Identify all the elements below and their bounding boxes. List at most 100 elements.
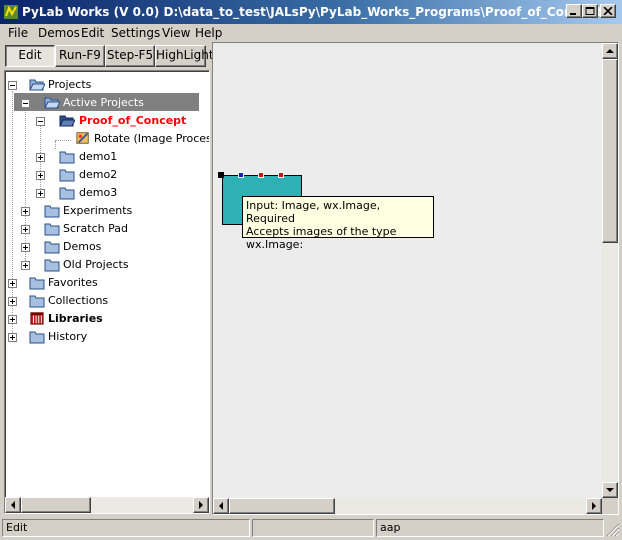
scroll-left-button[interactable] <box>5 497 21 513</box>
expand-icon[interactable] <box>8 333 17 342</box>
tree-horizontal-scrollbar[interactable] <box>5 497 209 513</box>
scroll-down-button[interactable] <box>602 482 618 498</box>
menu-edit[interactable]: Edit <box>81 26 104 40</box>
expand-icon[interactable] <box>21 225 30 234</box>
folder-open-icon <box>59 115 75 127</box>
scroll-left-button[interactable] <box>213 498 229 514</box>
menu-settings[interactable]: Settings <box>111 26 160 40</box>
tree-item-proof-of-concept[interactable]: Proof_of_Concept <box>5 112 205 130</box>
tree-item-experiments[interactable]: Experiments <box>5 202 205 220</box>
arrow-right-icon <box>199 501 203 509</box>
tree-item-favorites[interactable]: Favorites <box>5 274 205 292</box>
highlight-button[interactable]: HighLight <box>155 45 214 67</box>
tree-item-scratch-pad[interactable]: Scratch Pad <box>5 220 205 238</box>
tree-item-demo1[interactable]: demo1 <box>5 148 205 166</box>
edit-mode-button[interactable]: Edit <box>5 45 55 67</box>
collapse-icon[interactable] <box>36 117 45 126</box>
expand-icon[interactable] <box>36 171 45 180</box>
expand-icon[interactable] <box>8 279 17 288</box>
folder-icon <box>44 223 60 236</box>
folder-icon <box>44 241 60 254</box>
window-title: PyLab Works (V 0.0) D:\data_to_test\JALs… <box>22 5 602 19</box>
folder-icon <box>59 151 75 164</box>
minimize-icon <box>570 13 576 15</box>
status-bar: Edit aap <box>0 517 622 540</box>
input-pin[interactable] <box>238 172 244 178</box>
flow-canvas[interactable] <box>212 42 619 515</box>
scroll-thumb[interactable] <box>602 59 618 243</box>
status-message: aap <box>376 519 604 537</box>
expand-icon[interactable] <box>8 297 17 306</box>
tree-item-label: Old Projects <box>63 258 129 271</box>
tree-item-label: Active Projects <box>63 96 144 109</box>
tree-item-rotate[interactable]: Rotate (Image Processin <box>5 130 209 148</box>
tree-item-libraries[interactable]: Libraries <box>5 310 205 328</box>
menu-bar: File Demos Edit Settings View Help <box>0 24 622 42</box>
folder-open-icon <box>44 97 60 109</box>
folder-icon <box>29 295 45 308</box>
tree-item-projects[interactable]: Projects <box>5 76 205 94</box>
arrow-left-icon <box>219 502 223 510</box>
collapse-icon[interactable] <box>8 81 17 90</box>
menu-help[interactable]: Help <box>195 26 222 40</box>
scroll-right-button[interactable] <box>193 497 209 513</box>
tree-item-label: Demos <box>63 240 102 253</box>
tree-item-label: demo3 <box>79 186 118 199</box>
menu-view[interactable]: View <box>162 26 190 40</box>
tree-item-label: demo1 <box>79 150 118 163</box>
tree-item-label: Projects <box>48 78 92 91</box>
tree-item-active-projects[interactable]: Active Projects <box>5 94 205 112</box>
arrow-down-icon <box>606 488 614 492</box>
tree-item-old-projects[interactable]: Old Projects <box>5 256 205 274</box>
resize-grip-icon[interactable] <box>606 523 620 537</box>
tree-item-label: Experiments <box>63 204 133 217</box>
folder-icon <box>44 259 60 272</box>
expand-icon[interactable] <box>21 207 30 216</box>
collapse-icon[interactable] <box>21 99 30 108</box>
folder-open-icon <box>29 79 45 91</box>
tree-item-label: demo2 <box>79 168 118 181</box>
folder-icon <box>29 331 45 344</box>
close-icon <box>603 7 613 15</box>
project-tree[interactable]: Projects Active Projects Proof_of_Concep… <box>4 70 210 514</box>
expand-icon[interactable] <box>21 243 30 252</box>
tree-item-label: Scratch Pad <box>63 222 128 235</box>
expand-icon[interactable] <box>36 189 45 198</box>
tree-item-label: Collections <box>48 294 109 307</box>
tree-item-demo2[interactable]: demo2 <box>5 166 205 184</box>
output-pin[interactable] <box>258 172 264 178</box>
minimize-button[interactable] <box>566 4 582 18</box>
title-bar: PyLab Works (V 0.0) D:\data_to_test\JALs… <box>0 0 622 24</box>
tree-item-label: Libraries <box>48 312 103 325</box>
tree-item-label: History <box>48 330 88 343</box>
expand-icon[interactable] <box>21 261 30 270</box>
status-cell <box>252 519 374 537</box>
tree-item-demos[interactable]: Demos <box>5 238 205 256</box>
scroll-up-button[interactable] <box>602 43 618 59</box>
run-button[interactable]: Run-F9 <box>55 45 105 67</box>
step-button[interactable]: Step-F5 <box>105 45 155 67</box>
menu-file[interactable]: File <box>8 26 28 40</box>
maximize-icon <box>585 7 595 15</box>
folder-icon <box>59 187 75 200</box>
close-button[interactable] <box>600 4 616 18</box>
tree-item-demo3[interactable]: demo3 <box>5 184 205 202</box>
maximize-button[interactable] <box>582 4 598 18</box>
folder-icon <box>44 205 60 218</box>
expand-icon[interactable] <box>36 153 45 162</box>
tree-item-collections[interactable]: Collections <box>5 292 205 310</box>
tree-item-history[interactable]: History <box>5 328 205 346</box>
expand-icon[interactable] <box>8 315 17 324</box>
output-pin[interactable] <box>278 172 284 178</box>
block-corner-handle[interactable] <box>218 172 224 178</box>
scroll-thumb[interactable] <box>21 497 91 513</box>
tooltip-line: Input: Image, wx.Image, Required <box>246 199 381 225</box>
canvas-horizontal-scrollbar[interactable] <box>213 498 602 514</box>
image-process-icon <box>76 132 89 144</box>
menu-demos[interactable]: Demos <box>38 26 80 40</box>
scroll-right-button[interactable] <box>586 498 602 514</box>
arrow-up-icon <box>606 49 614 53</box>
canvas-vertical-scrollbar[interactable] <box>602 43 618 498</box>
pin-tooltip: Input: Image, wx.Image, Required Accepts… <box>242 196 434 251</box>
scroll-thumb[interactable] <box>229 498 335 514</box>
